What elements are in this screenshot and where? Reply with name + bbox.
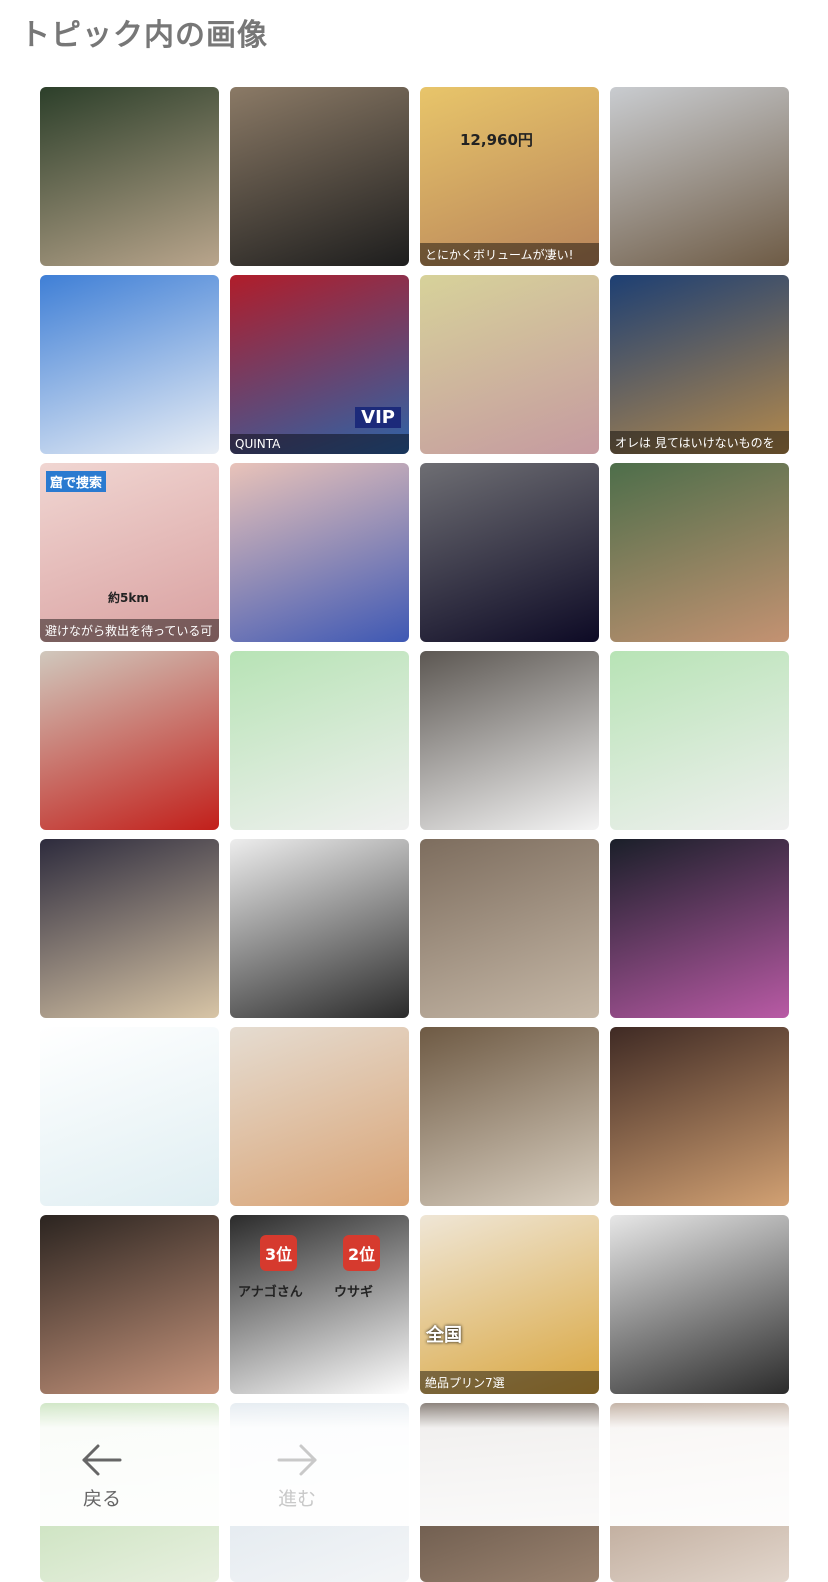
thumb-ceiling-room[interactable] bbox=[420, 839, 599, 1018]
thumb-guitar-singers-2[interactable] bbox=[610, 651, 789, 830]
arrow-right-icon bbox=[277, 1444, 317, 1476]
thumb-app-screenshot[interactable] bbox=[40, 1027, 219, 1206]
thumb-cosmic-collage[interactable] bbox=[420, 463, 599, 642]
pudding-top-label: 全国 bbox=[426, 1325, 462, 1346]
thumbnail-caption: 避けながら救出を待っている可 bbox=[40, 619, 219, 642]
thumbnail-caption: とにかくボリュームが凄い! bbox=[420, 243, 599, 266]
thumb-cloud-sky[interactable] bbox=[40, 275, 219, 454]
thumb-pudding-plate[interactable]: 絶品プリン7選 全国 bbox=[420, 1215, 599, 1394]
thumb-lake-girls[interactable] bbox=[610, 463, 789, 642]
thumb-dog-blanket[interactable] bbox=[610, 1027, 789, 1206]
sausage-price-label: 12,960円 bbox=[460, 131, 533, 149]
thumb-cave-map[interactable]: 避けながら救出を待っている可 窟で捜索約5km bbox=[40, 463, 219, 642]
thumb-guitar-singers-1[interactable] bbox=[230, 651, 409, 830]
thumb-sausage-ad[interactable]: とにかくボリュームが凄い! 12,960円 bbox=[420, 87, 599, 266]
page-title: トピック内の画像 bbox=[20, 18, 268, 53]
ranking-right-label: ウサギ bbox=[334, 1285, 374, 1300]
forward-label: 進む bbox=[277, 1488, 316, 1510]
thumb-party-group[interactable] bbox=[40, 1215, 219, 1394]
thumbnail-caption: オレは 見てはいけないものを bbox=[610, 431, 789, 454]
image-grid: とにかくボリュームが凄い! 12,960円 QUINTA VIP オレは 見てはいけない… bbox=[40, 87, 789, 1582]
cave-distance-label: 約5km bbox=[108, 591, 149, 605]
thumb-figurine[interactable] bbox=[610, 87, 789, 266]
thumb-game-warrior[interactable]: オレは 見てはいけないものを bbox=[610, 275, 789, 454]
thumb-massage-chair[interactable] bbox=[230, 87, 409, 266]
cave-search-label: 窟で捜索 bbox=[46, 471, 107, 492]
forward-button[interactable]: 進む bbox=[237, 1440, 357, 1511]
thumb-fireworks[interactable] bbox=[610, 839, 789, 1018]
rank-3-badge: 3位 bbox=[260, 1235, 298, 1271]
thumb-festival-crowd[interactable] bbox=[420, 651, 599, 830]
back-label: 戻る bbox=[82, 1488, 121, 1510]
thumb-ranking-card[interactable]: 3位 2位アナゴさん ウサギ bbox=[230, 1215, 409, 1394]
thumb-waterfall[interactable] bbox=[40, 87, 219, 266]
thumb-dark-sculpture[interactable] bbox=[230, 839, 409, 1018]
vip-badge: VIP bbox=[355, 407, 401, 428]
thumbnail-caption: 絶品プリン7選 bbox=[420, 1371, 599, 1394]
thumb-dog-window[interactable] bbox=[420, 1027, 599, 1206]
thumb-fan-tree[interactable] bbox=[230, 463, 409, 642]
thumbnail-caption: QUINTA bbox=[230, 434, 409, 454]
thumb-quinta-poster[interactable]: QUINTA VIP bbox=[230, 275, 409, 454]
arrow-left-icon bbox=[82, 1444, 122, 1476]
thumb-sushi-bar[interactable] bbox=[40, 839, 219, 1018]
thumb-peach-magazine[interactable] bbox=[230, 1027, 409, 1206]
thumb-red-peppers[interactable] bbox=[40, 651, 219, 830]
back-button[interactable]: 戻る bbox=[42, 1440, 162, 1511]
ranking-left-label: アナゴさん bbox=[238, 1285, 303, 1300]
thumb-soap-dish[interactable] bbox=[420, 275, 599, 454]
rank-2-badge: 2位 bbox=[343, 1235, 381, 1271]
thumb-three-people[interactable] bbox=[610, 1215, 789, 1394]
